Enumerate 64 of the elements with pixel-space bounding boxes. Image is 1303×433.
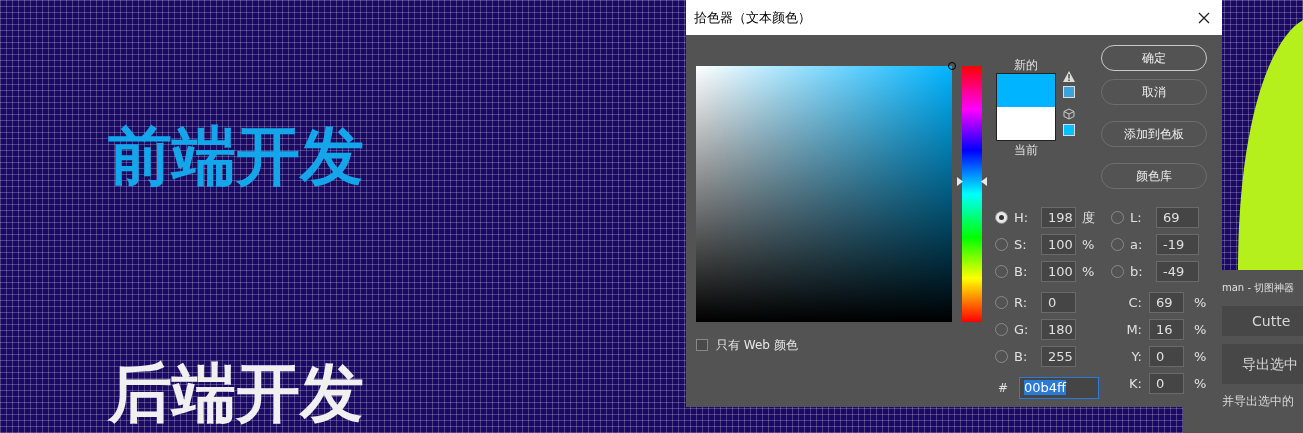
number-field[interactable]: 180 [1041, 319, 1076, 340]
number-field[interactable]: 0 [1149, 346, 1184, 367]
new-color-swatch [997, 74, 1055, 107]
window-title: 拾色器（文本颜色） [694, 8, 811, 27]
radio-button[interactable] [995, 211, 1008, 224]
warning-icon[interactable] [1063, 71, 1075, 82]
field-label: B: [1014, 347, 1029, 366]
number-field[interactable]: 100 [1041, 234, 1076, 255]
unit-label: % [1082, 235, 1096, 254]
number-field[interactable]: -49 [1156, 261, 1199, 282]
swatch-label: 新的 [1014, 57, 1038, 73]
web-only-checkbox[interactable]: 只有 Web 颜色 [696, 336, 987, 354]
field-label: a: [1130, 235, 1144, 254]
number-field[interactable]: -19 [1156, 234, 1199, 255]
unit-label: % [1082, 262, 1096, 281]
close-icon[interactable] [1198, 11, 1210, 24]
number-field[interactable]: 69 [1149, 292, 1184, 313]
field-label: M: [1125, 320, 1143, 339]
export-button[interactable]: 导出选中 [1222, 344, 1303, 384]
panel-tab[interactable]: Cutte [1222, 306, 1303, 336]
unit-label: % [1194, 293, 1207, 312]
radio-button[interactable] [995, 323, 1008, 336]
field-label: b: [1130, 262, 1144, 281]
unit-label: % [1194, 320, 1207, 339]
current-color-swatch [997, 107, 1055, 140]
checkbox[interactable] [696, 339, 708, 351]
web-swatch[interactable] [1063, 124, 1075, 136]
number-field[interactable]: 0 [1041, 292, 1076, 313]
panel-title: man - 切图神器 [1222, 281, 1296, 295]
field-label: B: [1014, 262, 1029, 281]
field-label: S: [1014, 235, 1028, 254]
unit-label: 度 [1082, 208, 1096, 227]
color-field[interactable] [696, 66, 952, 322]
radio-button[interactable] [995, 350, 1008, 363]
swatch-label: 当前 [1014, 142, 1038, 159]
field-label: H: [1014, 208, 1030, 227]
number-field[interactable]: 100 [1041, 261, 1076, 282]
field-label: R: [1014, 293, 1028, 312]
number-field[interactable]: 198 [1041, 207, 1076, 228]
radio-button[interactable] [995, 296, 1008, 309]
canvas-heading: 前端开发 [108, 120, 364, 192]
field-label: Y: [1130, 347, 1143, 366]
radio-button[interactable] [1111, 265, 1124, 278]
checkbox-label: 只有 Web 颜色 [716, 337, 798, 354]
field-label: C: [1127, 293, 1143, 312]
export-option[interactable]: 并导出选中的 [1222, 392, 1303, 410]
field-label: K: [1128, 374, 1143, 393]
gamut-swatch[interactable] [1063, 86, 1075, 98]
unit-label: % [1194, 374, 1207, 393]
number-field[interactable]: 255 [1041, 346, 1076, 367]
radio-button[interactable] [995, 265, 1008, 278]
hex-label: # [998, 379, 1010, 397]
number-field[interactable]: 0 [1149, 373, 1184, 394]
cube-icon[interactable] [1063, 108, 1075, 120]
number-field[interactable]: 16 [1149, 319, 1184, 340]
number-field[interactable]: 69 [1156, 207, 1199, 228]
field-label: G: [1014, 320, 1030, 339]
unit-label: % [1194, 347, 1207, 366]
radio-button[interactable] [1111, 211, 1124, 224]
field-label: L: [1130, 208, 1143, 227]
canvas-heading: 后端开发 [108, 357, 364, 429]
radio-button[interactable] [1111, 238, 1124, 251]
radio-button[interactable] [995, 238, 1008, 251]
hue-handle[interactable] [957, 177, 987, 187]
